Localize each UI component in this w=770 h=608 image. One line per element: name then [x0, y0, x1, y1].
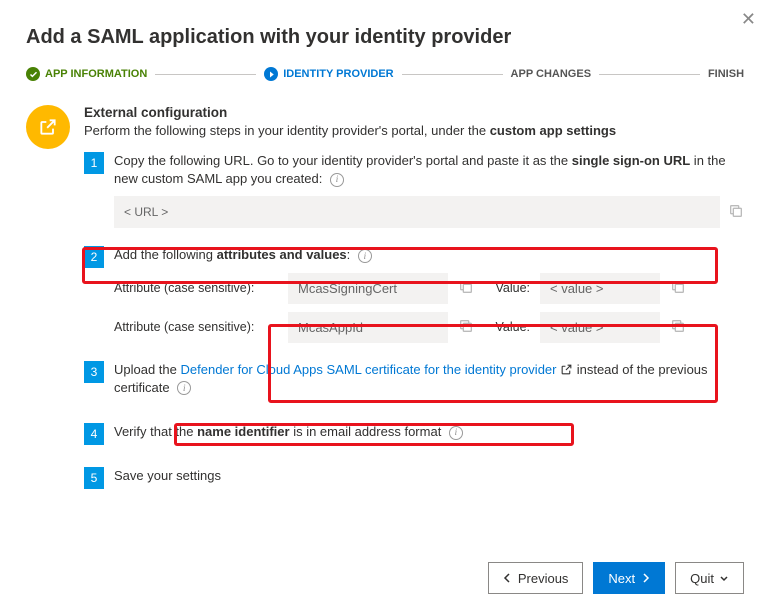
step-finish[interactable]: FINISH [708, 68, 744, 80]
attribute-name-input[interactable] [288, 273, 448, 304]
attribute-row-1: Attribute (case sensitive): Value: [114, 273, 744, 304]
step-label: FINISH [708, 68, 744, 80]
copy-icon[interactable] [670, 279, 686, 298]
copy-icon[interactable] [458, 279, 474, 298]
wizard-stepper: APP INFORMATION IDENTITY PROVIDER APP CH… [26, 67, 744, 81]
info-icon[interactable]: i [330, 173, 344, 187]
instruction-step-3: 3 Upload the Defender for Cloud Apps SAM… [84, 361, 744, 405]
step3-text: Upload the Defender for Cloud Apps SAML … [114, 361, 744, 397]
step5-text: Save your settings [114, 467, 744, 485]
info-icon[interactable]: i [358, 249, 372, 263]
external-link-icon [26, 105, 70, 149]
step-label: APP CHANGES [511, 68, 591, 80]
close-icon[interactable]: ✕ [741, 10, 756, 28]
instruction-step-2: 2 Add the following attributes and value… [84, 246, 744, 342]
attribute-row-2: Attribute (case sensitive): Value: [114, 312, 744, 343]
instruction-step-4: 4 Verify that the name identifier is in … [84, 423, 744, 449]
attribute-label: Attribute (case sensitive): [114, 320, 278, 334]
check-icon [26, 67, 40, 81]
previous-button[interactable]: Previous [488, 562, 584, 594]
step1-text: Copy the following URL. Go to your ident… [114, 152, 744, 188]
step2-text: Add the following attributes and values:… [114, 246, 744, 264]
step-number-badge: 4 [84, 423, 104, 445]
step-app-info[interactable]: APP INFORMATION [26, 67, 147, 81]
download-certificate-link[interactable]: Defender for Cloud Apps SAML certificate… [181, 362, 574, 377]
step-number-badge: 2 [84, 246, 104, 268]
step-number-badge: 5 [84, 467, 104, 489]
section-heading: External configuration [84, 105, 744, 120]
step-number-badge: 3 [84, 361, 104, 383]
info-icon[interactable]: i [449, 426, 463, 440]
attribute-name-input[interactable] [288, 312, 448, 343]
value-label: Value: [484, 320, 530, 334]
step-number-badge: 1 [84, 152, 104, 174]
copy-icon[interactable] [728, 203, 744, 222]
step-app-changes[interactable]: APP CHANGES [511, 68, 591, 80]
quit-button[interactable]: Quit [675, 562, 744, 594]
wizard-footer: Previous Next Quit [488, 562, 744, 594]
attribute-value-input[interactable] [540, 312, 660, 343]
info-icon[interactable]: i [177, 381, 191, 395]
step4-text: Verify that the name identifier is in em… [114, 423, 744, 441]
saml-wizard-dialog: ✕ Add a SAML application with your ident… [0, 0, 770, 563]
instruction-step-1: 1 Copy the following URL. Go to your ide… [84, 152, 744, 228]
step-label: APP INFORMATION [45, 68, 147, 80]
step-identity-provider[interactable]: IDENTITY PROVIDER [264, 67, 393, 81]
sso-url-field[interactable]: < URL > [114, 196, 720, 228]
dialog-title: Add a SAML application with your identit… [26, 26, 744, 49]
step-label: IDENTITY PROVIDER [283, 68, 393, 80]
copy-icon[interactable] [458, 318, 474, 337]
external-link-icon [560, 362, 573, 377]
attribute-label: Attribute (case sensitive): [114, 281, 278, 295]
instruction-step-5: 5 Save your settings [84, 467, 744, 493]
value-label: Value: [484, 281, 530, 295]
attribute-value-input[interactable] [540, 273, 660, 304]
next-button[interactable]: Next [593, 562, 665, 594]
section-intro: Perform the following steps in your iden… [84, 123, 744, 138]
play-icon [264, 67, 278, 81]
copy-icon[interactable] [670, 318, 686, 337]
